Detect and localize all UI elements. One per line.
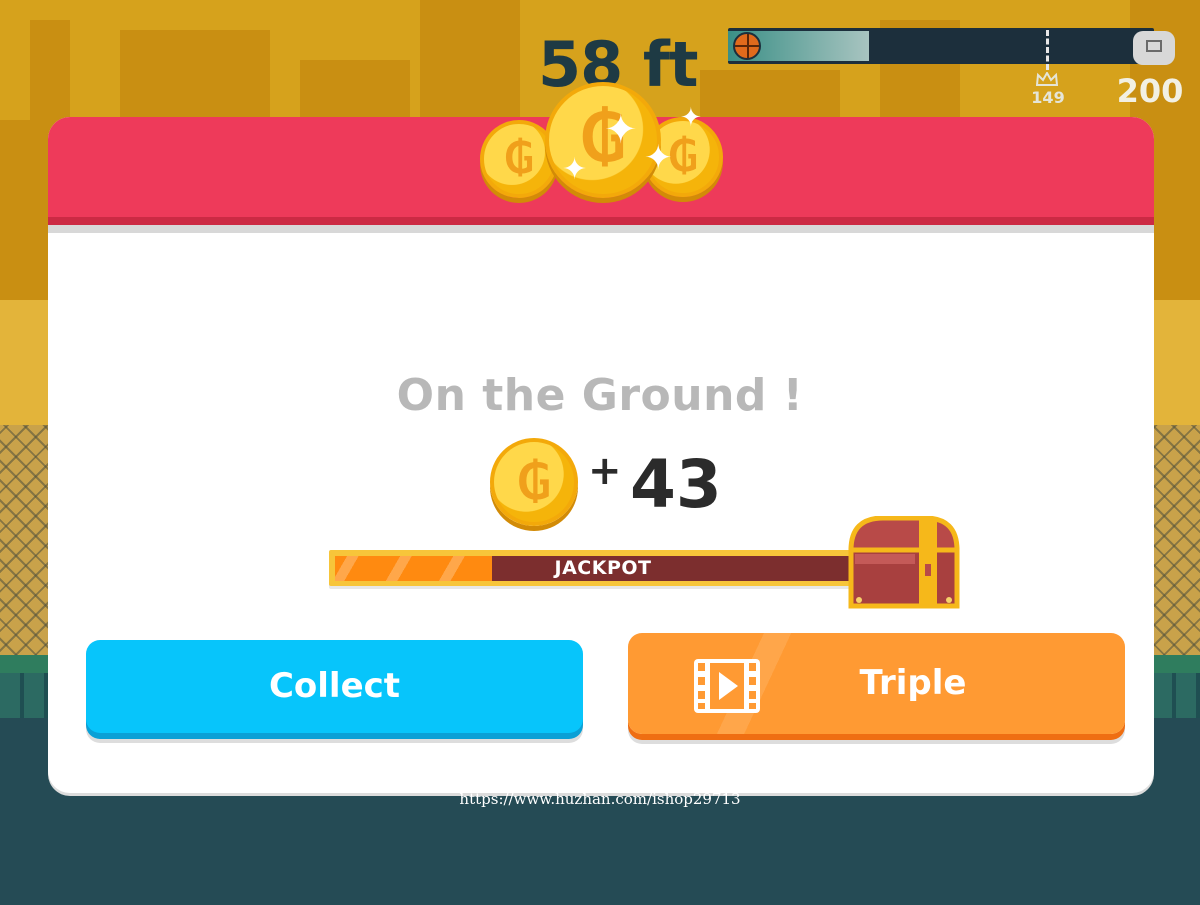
hoop-icon xyxy=(1133,31,1175,65)
dialog-header-shadow xyxy=(48,225,1154,233)
distance-progress-bar xyxy=(728,28,1154,64)
jackpot-progress-fill xyxy=(335,556,493,581)
watermark-url: https://www.huzhan.com/ishop29713 xyxy=(459,790,741,808)
record-marker xyxy=(1046,30,1049,70)
reward-plus: + xyxy=(588,448,622,494)
collect-button[interactable]: Collect xyxy=(86,640,583,733)
basketball-icon xyxy=(733,32,761,60)
triple-button-label: Triple xyxy=(859,663,967,703)
crown-icon xyxy=(1036,72,1058,86)
jackpot-label: JACKPOT xyxy=(554,557,652,579)
record-distance: 149 xyxy=(1031,88,1065,107)
video-ad-icon xyxy=(694,659,760,713)
goal-distance: 200 xyxy=(1116,72,1184,110)
sparkle-icon: ✦ xyxy=(680,103,702,133)
dialog-header-stripe xyxy=(48,217,1154,225)
result-title: On the Ground ! xyxy=(396,370,804,421)
reward-amount: 43 xyxy=(630,446,722,523)
sparkle-icon: ✦ xyxy=(604,107,638,153)
reward-coin-icon: ₲ xyxy=(490,438,578,526)
sparkle-icon: ✦ xyxy=(644,138,673,178)
collect-button-label: Collect xyxy=(268,666,401,706)
treasure-chest-icon xyxy=(848,516,960,609)
sparkle-icon: ✦ xyxy=(562,152,588,187)
triple-button[interactable]: Triple xyxy=(628,633,1125,734)
